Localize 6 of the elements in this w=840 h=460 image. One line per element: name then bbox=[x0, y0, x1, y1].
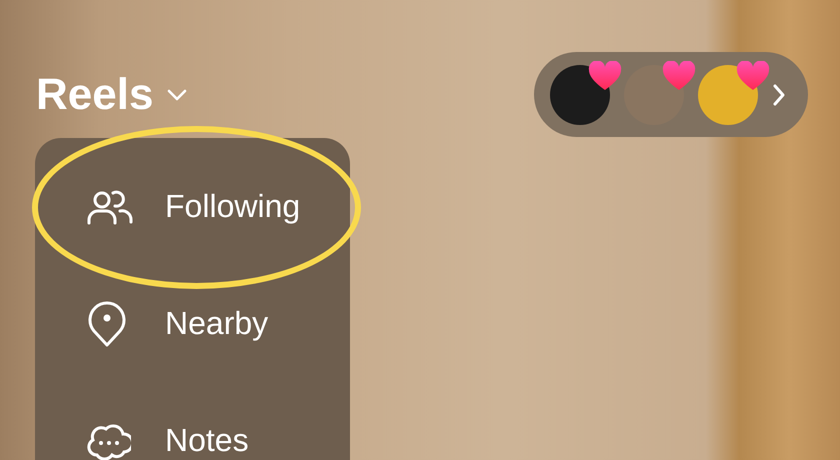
menu-item[interactable]: Following bbox=[35, 148, 350, 265]
people-icon bbox=[87, 188, 133, 224]
chevron-right-icon bbox=[772, 82, 786, 106]
menu-item[interactable]: Nearby bbox=[35, 265, 350, 382]
menu-item[interactable]: Notes bbox=[35, 382, 350, 460]
location-pin-icon bbox=[87, 300, 127, 346]
